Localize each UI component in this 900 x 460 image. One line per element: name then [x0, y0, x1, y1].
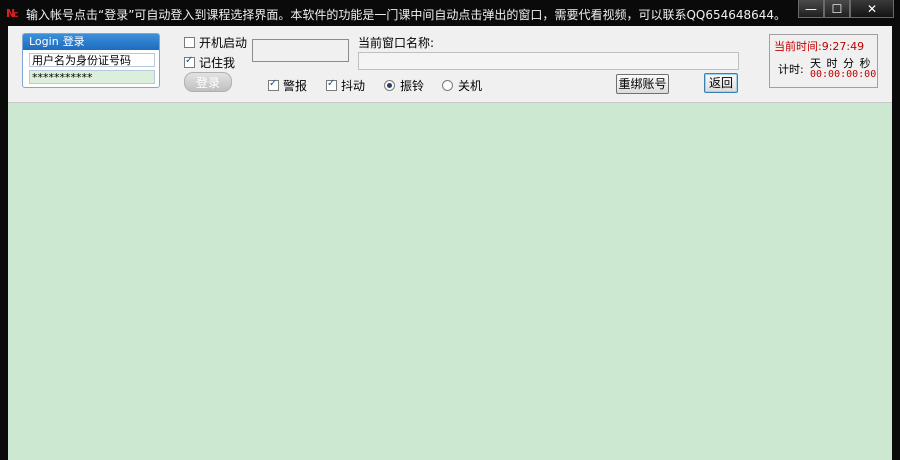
autostart-checkbox[interactable]: 开机启动	[184, 34, 247, 51]
remember-checkbox[interactable]: 记住我	[184, 54, 235, 71]
client-area: Login登录 用户名为身份证号码 *********** 开机启动 记住我 登…	[8, 26, 892, 460]
timer-label: 计时:	[778, 63, 804, 76]
login-panel: Login 登录 用户名为身份证号码 ***********	[22, 33, 160, 88]
minimize-icon: —	[805, 1, 817, 16]
current-time: 当前时间:9:27:49	[774, 38, 864, 54]
close-icon: ✕	[866, 1, 878, 16]
password-field[interactable]: ***********	[29, 70, 155, 84]
close-button[interactable]: ✕	[850, 0, 894, 18]
back-button[interactable]: 返回	[704, 73, 738, 93]
ring-radio-dot[interactable]	[384, 80, 395, 91]
minimize-button[interactable]: —	[798, 0, 824, 18]
alarm-checkbox[interactable]: 警报	[268, 77, 307, 94]
control-panel: Login登录 用户名为身份证号码 *********** 开机启动 记住我 登…	[8, 26, 892, 103]
login-header-cn: 登录	[62, 35, 85, 48]
window-name-label: 当前窗口名称:	[358, 36, 435, 50]
shutdown-label: 关机	[458, 79, 483, 93]
app-logo-icon: N c	[6, 6, 20, 20]
login-header: Login 登录	[23, 34, 159, 50]
shake-label: 抖动	[341, 79, 366, 93]
title-bar[interactable]: N c 输入帐号点击“登录”可自动登入到课程选择界面。本软件的功能是一门课中间自…	[0, 0, 900, 26]
autostart-label: 开机启动	[199, 36, 248, 50]
username-field[interactable]: 用户名为身份证号码	[29, 53, 155, 67]
remember-checkbox-box[interactable]	[184, 55, 195, 68]
captcha-box	[252, 39, 349, 62]
maximize-icon: ☐	[831, 1, 843, 16]
app-window: N c 输入帐号点击“登录”可自动登入到课程选择界面。本软件的功能是一门课中间自…	[0, 0, 900, 460]
maximize-button[interactable]: ☐	[824, 0, 850, 18]
alarm-checkbox-box[interactable]	[268, 78, 279, 91]
login-header-en: Login	[29, 35, 59, 48]
shutdown-radio[interactable]: 关机	[442, 77, 482, 94]
window-controls: — ☐ ✕	[798, 0, 894, 20]
current-time-label: 当前时间:	[774, 40, 822, 53]
rebind-account-button[interactable]: 重绑账号	[616, 74, 669, 94]
window-name-field[interactable]	[358, 52, 739, 70]
shutdown-radio-dot[interactable]	[442, 80, 453, 91]
ring-radio[interactable]: 振铃	[384, 77, 424, 94]
svg-text:c: c	[13, 10, 18, 20]
shake-checkbox-box[interactable]	[326, 78, 337, 91]
remember-label: 记住我	[199, 56, 236, 70]
shake-checkbox[interactable]: 抖动	[326, 77, 365, 94]
alarm-label: 警报	[283, 79, 308, 93]
current-time-value: 9:27:49	[821, 40, 865, 53]
ring-label: 振铃	[400, 79, 425, 93]
autostart-checkbox-box[interactable]	[184, 37, 195, 48]
login-button[interactable]: 登录	[184, 72, 232, 92]
timer-value: 00:00:00:00	[810, 69, 877, 80]
window-title: 输入帐号点击“登录”可自动登入到课程选择界面。本软件的功能是一门课中间自动点击弹…	[26, 8, 787, 22]
main-content-area[interactable]	[8, 103, 892, 460]
window-border	[0, 26, 8, 460]
clock-panel: 当前时间:9:27:49 计时: 天 时 分 秒 00:00:00:00	[769, 34, 878, 88]
